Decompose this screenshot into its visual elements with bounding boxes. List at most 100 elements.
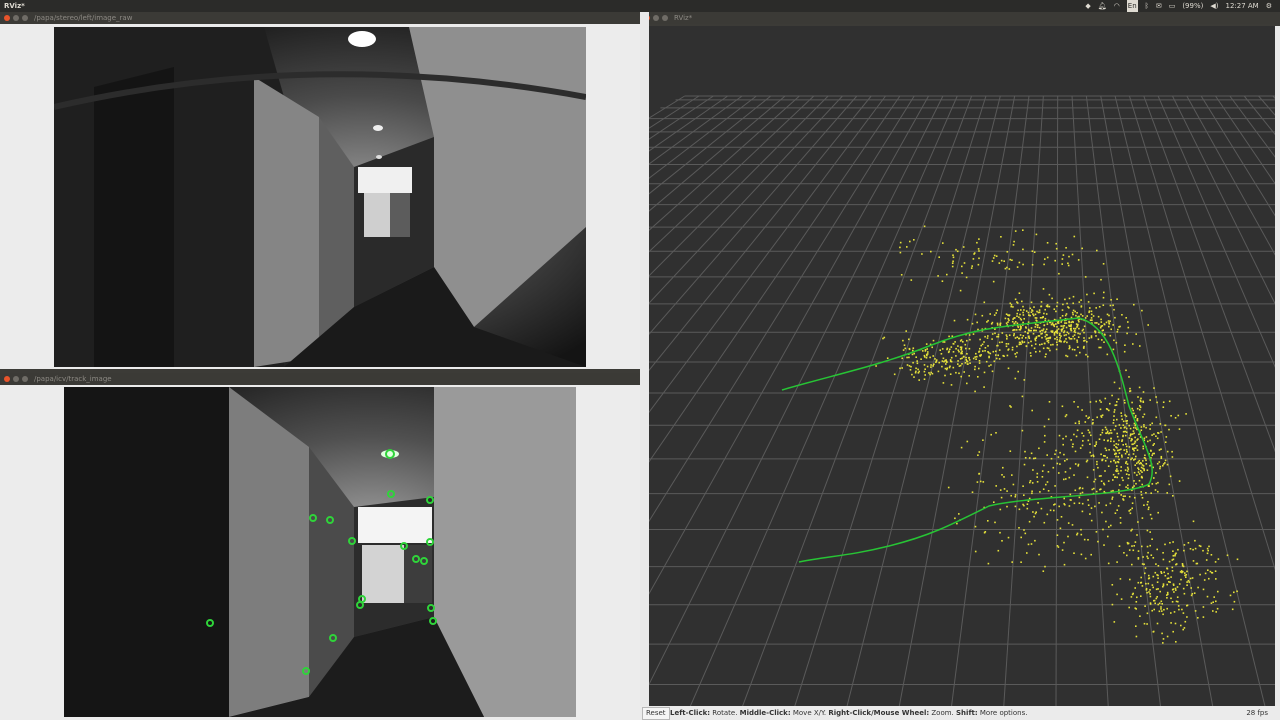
cloud-point (1166, 567, 1169, 570)
cloud-point (1066, 458, 1068, 461)
cloud-point (1172, 583, 1175, 585)
cloud-point (1044, 434, 1046, 437)
cloud-point (1129, 387, 1131, 390)
grid-line (649, 95, 772, 195)
mail-icon[interactable]: ✉ (1156, 0, 1162, 12)
cloud-point (1102, 296, 1105, 299)
volume-icon[interactable]: ◀) (1210, 0, 1218, 12)
cloud-point (1011, 474, 1013, 476)
track-image-titlebar[interactable]: /papa/icv/track_image (0, 373, 640, 385)
cloud-point (906, 356, 908, 359)
cloud-point (946, 348, 948, 351)
cloud-point (978, 362, 981, 364)
cloud-point (1036, 476, 1038, 478)
cloud-point (916, 360, 918, 362)
cloud-point (1083, 337, 1085, 339)
cloud-point (1152, 452, 1154, 455)
cloud-point (987, 335, 989, 337)
cloud-point (1047, 490, 1050, 492)
keyboard-layout-indicator[interactable]: En (1126, 0, 1138, 12)
right-dock-splitter[interactable] (1275, 26, 1280, 706)
cloud-point (1110, 440, 1112, 443)
cloud-point (1021, 395, 1024, 398)
cloud-point (961, 272, 963, 274)
cloud-point (944, 374, 946, 377)
cloud-point (1179, 571, 1182, 573)
left-dock-splitter[interactable] (640, 12, 649, 706)
cloud-point (1151, 538, 1153, 540)
minimize-button[interactable] (13, 15, 19, 21)
cloud-point (1035, 351, 1037, 353)
cloud-point (1149, 513, 1152, 516)
cloud-point (1107, 480, 1110, 482)
cloud-point (1095, 443, 1097, 445)
cloud-point (1148, 506, 1150, 509)
cloud-point (1160, 600, 1163, 603)
cloud-point (1065, 326, 1068, 329)
cloud-point (1128, 446, 1131, 448)
maximize-button[interactable] (662, 15, 668, 21)
cloud-point (1080, 299, 1082, 301)
cloud-point (975, 352, 977, 355)
cloud-point (1144, 454, 1146, 457)
cloud-point (1018, 337, 1020, 340)
cloud-point (1036, 326, 1039, 328)
cloud-point (1027, 332, 1029, 334)
maximize-button[interactable] (22, 376, 28, 382)
bluetooth-icon[interactable]: ᛒ (1145, 0, 1149, 12)
minimize-button[interactable] (13, 376, 19, 382)
cloud-point (1084, 317, 1087, 319)
cloud-point (1097, 466, 1099, 469)
cloud-point (1065, 435, 1067, 438)
cloud-point (911, 353, 914, 356)
cloud-point (1158, 610, 1161, 613)
cloud-point (942, 357, 945, 360)
cloud-point (1086, 293, 1088, 296)
cloud-point (1096, 416, 1098, 419)
settings-gear-icon[interactable]: ⚙ (1266, 0, 1272, 12)
cloud-point (1105, 520, 1107, 523)
cloud-point (961, 363, 963, 365)
cloud-point (1044, 258, 1046, 260)
cloud-point (1151, 454, 1153, 457)
notification-icon[interactable]: 🔔︎ (1098, 0, 1107, 12)
cloud-point (1031, 492, 1033, 495)
cloud-point (1121, 476, 1123, 479)
cloud-point (1018, 508, 1021, 511)
rviz-3d-view[interactable] (649, 26, 1275, 706)
maximize-button[interactable] (22, 15, 28, 21)
cloud-point (1187, 542, 1190, 544)
cloud-point (1153, 608, 1155, 611)
wifi-icon[interactable]: ◠ (1114, 0, 1120, 12)
cloud-point (1001, 474, 1003, 476)
dropbox-icon[interactable]: ◆ (1085, 0, 1090, 12)
cloud-point (1104, 460, 1107, 462)
clock[interactable]: 12:27 AM (1225, 0, 1258, 12)
cloud-point (1127, 326, 1130, 329)
rviz-titlebar[interactable]: RViz* (640, 12, 1280, 24)
cloud-point (1076, 429, 1079, 432)
close-button[interactable] (4, 15, 10, 21)
cloud-point (1138, 473, 1141, 475)
cloud-point (1022, 321, 1024, 324)
cloud-point (968, 375, 970, 377)
cloud-point (1132, 430, 1135, 432)
cloud-point (1118, 326, 1120, 328)
cloud-point (1014, 230, 1017, 232)
cloud-point (1193, 592, 1196, 594)
cloud-point (1136, 439, 1138, 441)
cloud-point (1113, 449, 1116, 452)
cloud-point (1138, 468, 1140, 471)
image-raw-titlebar[interactable]: /papa/stereo/left/image_raw (0, 12, 640, 24)
cloud-point (1107, 535, 1109, 538)
minimize-button[interactable] (653, 15, 659, 21)
cloud-point (1129, 390, 1131, 393)
cloud-point (1024, 330, 1026, 333)
cloud-point (1122, 431, 1125, 433)
cloud-point (1139, 615, 1141, 617)
close-button[interactable] (4, 376, 10, 382)
reset-button[interactable]: Reset (642, 707, 670, 720)
cloud-point (1132, 409, 1134, 412)
battery-icon[interactable]: ▭ (1169, 0, 1176, 12)
cloud-point (1094, 505, 1096, 508)
